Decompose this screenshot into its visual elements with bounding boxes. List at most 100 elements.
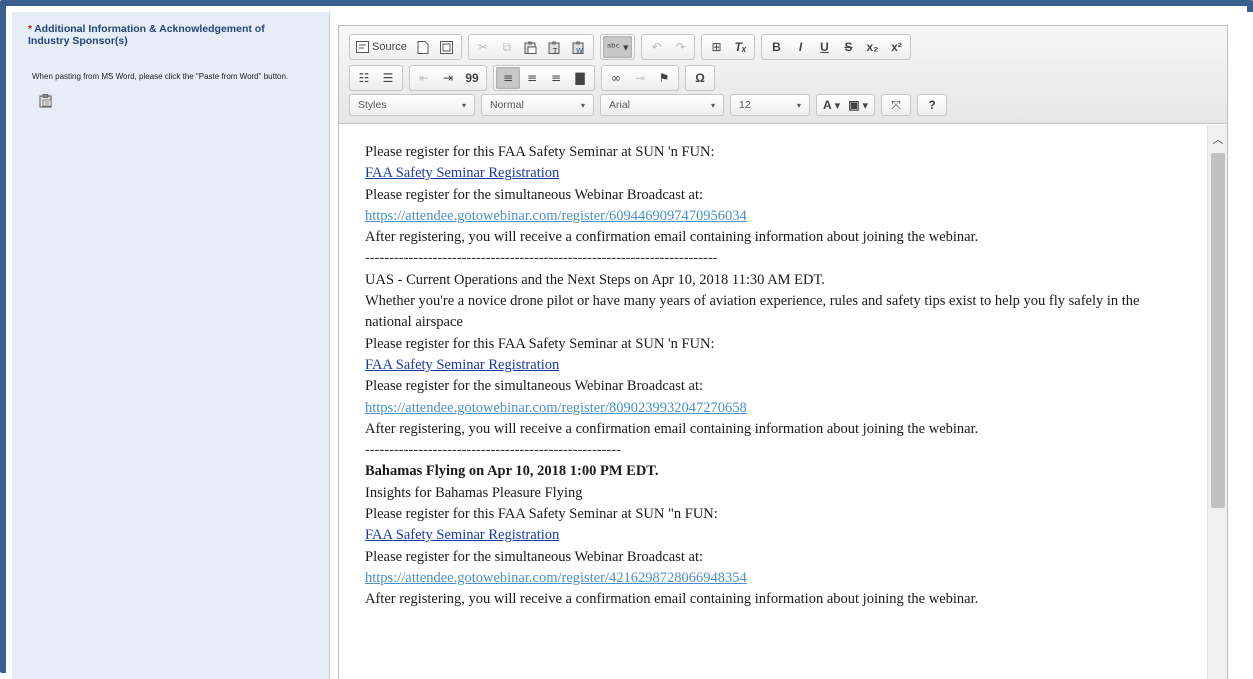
numbered-list-icon: ☷ [358,71,370,85]
help-group: ? [917,94,948,116]
content-line: Please register for this FAA Safety Semi… [365,504,1207,525]
webinar-url-link[interactable]: https://attendee.gotowebinar.com/registe… [365,400,747,416]
align-right-button[interactable]: ≡ [544,67,568,89]
clipboard-group: ✂ ⧉ T W [467,34,594,60]
find-icon: ⊞ [711,40,722,54]
colors-group: A ▾ ▣ ▾ [816,94,876,116]
chevron-down-icon: ▾ [796,100,801,110]
unlink-button[interactable]: ⊸ [628,67,652,89]
editor-content-area[interactable]: Please register for this FAA Safety Semi… [339,125,1207,679]
unlink-icon: ⊸ [634,71,646,85]
content-line: ----------------------------------------… [365,440,1207,461]
blockquote-button[interactable]: 99 [460,67,484,89]
redo-button[interactable]: ↷ [668,36,692,58]
size-dropdown[interactable]: 12 ▾ [730,94,810,116]
maximize-button[interactable]: ⤧ [884,94,908,116]
indent-icon: ⇥ [442,71,454,85]
paste-from-word-button[interactable] [38,94,54,108]
indent-button[interactable]: ⇥ [436,67,460,89]
separator-line: ----------------------------------------… [365,250,718,267]
align-left-button[interactable]: ≡ [496,67,520,89]
paste-word-icon: W [572,41,584,54]
content-text: Please register for the simultaneous Web… [365,378,704,395]
underline-button[interactable]: U [812,36,836,58]
cut-icon: ✂ [477,40,488,54]
remove-format-icon: Tₓ [734,40,747,54]
paste-text-button[interactable]: T [543,36,567,58]
copy-button[interactable]: ⧉ [495,36,519,58]
source-button[interactable]: Source [352,36,411,58]
styles-dropdown[interactable]: Styles ▾ [349,94,475,116]
find-button[interactable]: ⊞ [704,36,728,58]
templates-button[interactable] [435,36,459,58]
special-char-button[interactable]: Ω [688,67,712,89]
separator-line: ----------------------------------------… [365,442,621,459]
remove-format-button[interactable]: Tₓ [728,36,752,58]
spellcheck-button[interactable]: ᵃᵇᶜ ▾ [602,36,633,58]
history-group: ↶ ↷ [641,34,696,60]
insert-group: Ω [685,65,715,91]
field-label-panel: * Additional Information & Acknowledgemen… [12,12,330,679]
align-justify-icon: ▇ [575,71,585,85]
content-line: FAA Safety Seminar Registration [365,355,1207,376]
content-text: Please register for the simultaneous Web… [365,548,704,565]
registration-link[interactable]: FAA Safety Seminar Registration [365,527,559,543]
help-icon: ? [928,98,936,112]
new-page-button[interactable] [411,36,435,58]
source-icon [356,41,369,53]
session-heading: Bahamas Flying on Apr 10, 2018 1:00 PM E… [365,463,659,480]
registration-link[interactable]: FAA Safety Seminar Registration [365,165,559,181]
format-dropdown[interactable]: Normal ▾ [481,94,594,116]
strike-button[interactable]: S [836,36,860,58]
chevron-down-icon: ▾ [461,100,466,110]
align-center-icon: ≡ [526,71,538,85]
bg-color-icon: ▣ [848,98,860,112]
bulleted-list-button[interactable]: ☰ [376,67,400,89]
scrollbar-thumb[interactable] [1211,153,1225,508]
maximize-icon: ⤧ [891,97,901,112]
undo-icon: ↶ [651,40,662,54]
webinar-url-link[interactable]: https://attendee.gotowebinar.com/registe… [365,570,747,586]
content-line: Please register for the simultaneous Web… [365,185,1207,206]
bg-color-button[interactable]: ▣ ▾ [844,94,872,116]
help-button[interactable]: ? [920,94,944,116]
align-center-button[interactable]: ≡ [520,67,544,89]
superscript-button[interactable]: x² [884,36,908,58]
subscript-button[interactable]: x₂ [860,36,884,58]
align-group: ≡ ≡ ≡ ▇ [493,65,595,91]
underline-icon: U [820,40,829,54]
chevron-up-icon: ︿ [1212,133,1224,146]
paste-word-toolbar-button[interactable]: W [567,36,591,58]
paste-icon [524,41,537,54]
link-button[interactable]: ∞ [604,67,628,89]
scroll-up-button[interactable]: ︿ [1210,131,1226,146]
required-asterisk: * [28,23,33,35]
align-justify-button[interactable]: ▇ [568,67,592,89]
content-line: ----------------------------------------… [365,248,1207,269]
session-description: Whether you're a novice drone pilot or h… [365,293,1140,331]
anchor-button[interactable]: ⚑ [652,67,676,89]
editor-scrollbar[interactable]: ︿ [1207,125,1227,679]
size-dropdown-label: 12 [739,99,751,111]
paste-button[interactable] [519,36,543,58]
content-line: Please register for the simultaneous Web… [365,547,1207,568]
registration-link[interactable]: FAA Safety Seminar Registration [365,357,559,373]
bold-button[interactable]: B [764,36,788,58]
bulleted-list-icon: ☰ [382,71,394,85]
strike-icon: S [844,40,853,54]
cut-button[interactable]: ✂ [471,36,495,58]
tools-group: ⤧ [881,94,912,116]
outdent-button[interactable]: ⇤ [412,67,436,89]
rich-text-editor: Source ✂ ⧉ T W ᵃᵇᶜ ▾ ↶ ↷ ⊞ Tₓ B I U S x₂… [338,25,1228,679]
undo-button[interactable]: ↶ [644,36,668,58]
spellcheck-group: ᵃᵇᶜ ▾ [599,34,636,60]
numbered-list-button[interactable]: ☷ [352,67,376,89]
webinar-url-link[interactable]: https://attendee.gotowebinar.com/registe… [365,208,747,224]
link-icon: ∞ [611,71,621,85]
styles-dropdown-label: Styles [358,99,387,111]
text-color-icon: A [823,98,832,112]
italic-button[interactable]: I [788,36,812,58]
paste-hint: When pasting from MS Word, please click … [32,72,289,81]
font-dropdown[interactable]: Arial ▾ [600,94,724,116]
text-color-button[interactable]: A ▾ [819,94,844,116]
